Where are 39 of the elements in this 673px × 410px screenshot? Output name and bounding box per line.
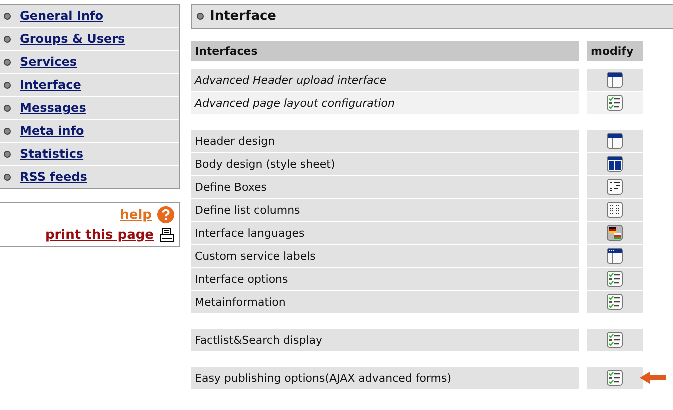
column-header: modify	[587, 41, 643, 61]
section-title: Interface	[210, 9, 276, 24]
body-layout-icon[interactable]	[606, 155, 624, 173]
checklist-icon[interactable]	[606, 293, 624, 311]
column-header: Interfaces	[191, 41, 579, 61]
list-columns-icon[interactable]	[606, 201, 624, 219]
checklist-icon[interactable]	[606, 94, 624, 112]
table-cell: Interface languages	[191, 222, 579, 244]
boxes-list-icon[interactable]	[606, 178, 624, 196]
table-cell: Custom service labels	[191, 245, 579, 267]
table-cell: Body design (style sheet)	[191, 153, 579, 175]
checklist-icon[interactable]	[606, 369, 624, 387]
printer-icon[interactable]	[159, 227, 175, 243]
table-cell: Metainformation	[191, 291, 579, 313]
table-cell: Advanced page layout configuration	[191, 92, 579, 114]
checklist-icon[interactable]	[606, 331, 624, 349]
flags-icon[interactable]	[606, 224, 624, 242]
bullet-icon	[4, 36, 11, 42]
bullet-icon	[4, 58, 11, 66]
table-cell: Interface options	[191, 268, 579, 290]
bullet-icon	[4, 104, 11, 112]
table-cell: Factlist&Search display	[191, 329, 579, 351]
header-layout-icon[interactable]	[606, 71, 624, 89]
checklist-icon[interactable]	[606, 270, 624, 288]
bullet-icon	[4, 82, 11, 88]
header-layout-icon[interactable]	[606, 132, 624, 150]
table-cell: Define list columns	[191, 199, 579, 221]
bullet-icon	[4, 12, 11, 20]
bullet-icon	[4, 128, 11, 134]
sidebar-link[interactable]: Services	[20, 55, 78, 69]
labels-layout-icon[interactable]	[606, 247, 624, 265]
table-cell: Easy publishing options(AJAX advanced forms)	[191, 367, 579, 389]
bullet-icon	[197, 13, 204, 20]
table-cell: Header design	[191, 130, 579, 152]
print-link[interactable]: print this page	[45, 228, 154, 242]
bullet-icon	[4, 150, 11, 158]
table-cell: Advanced Header upload interface	[191, 69, 579, 91]
bullet-icon	[4, 174, 11, 180]
table-cell: Define Boxes	[191, 176, 579, 198]
